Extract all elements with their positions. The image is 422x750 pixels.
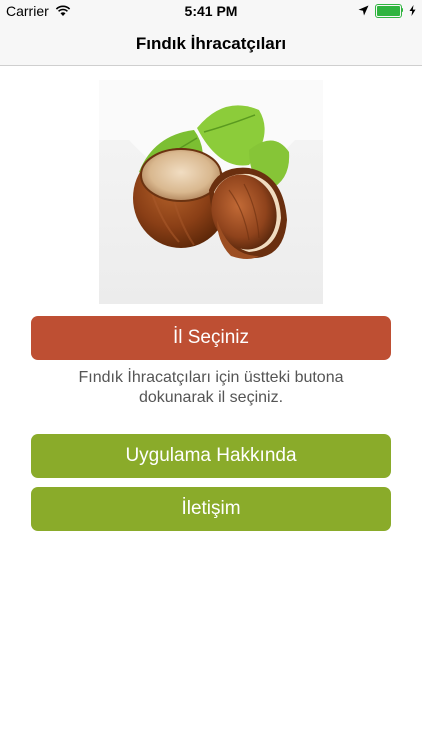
navigation-bar: Fındık İhracatçıları bbox=[0, 22, 422, 66]
status-right bbox=[358, 4, 416, 18]
battery-icon bbox=[375, 4, 403, 18]
charging-bolt-icon bbox=[409, 4, 416, 16]
hazelnut-image bbox=[99, 80, 323, 304]
hazelnut-illustration bbox=[99, 80, 323, 304]
location-arrow-icon bbox=[358, 5, 369, 15]
contact-button[interactable]: İletişim bbox=[31, 487, 391, 531]
about-button[interactable]: Uygulama Hakkında bbox=[31, 434, 391, 478]
select-city-button[interactable]: İl Seçiniz bbox=[31, 316, 391, 360]
status-bar: Carrier 5:41 PM bbox=[0, 0, 422, 22]
hint-text: Fındık İhracatçıları için üstteki butona… bbox=[78, 369, 344, 406]
page-title: Fındık İhracatçıları bbox=[135, 34, 287, 53]
